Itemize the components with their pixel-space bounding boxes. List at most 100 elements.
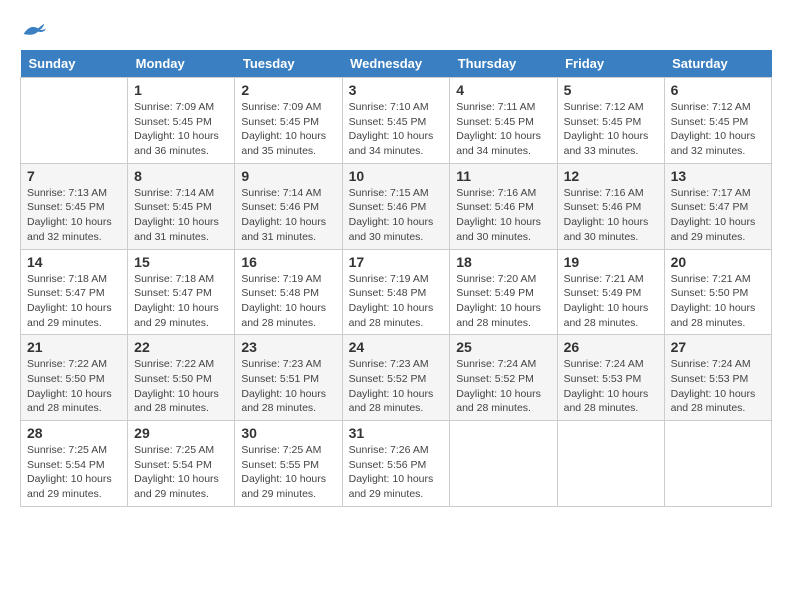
calendar-cell: 19 Sunrise: 7:21 AM Sunset: 5:49 PM Dayl… bbox=[557, 249, 664, 335]
sunset-time: Sunset: 5:56 PM bbox=[349, 459, 427, 471]
calendar-cell bbox=[664, 421, 771, 507]
day-number: 5 bbox=[564, 82, 658, 98]
calendar-cell: 4 Sunrise: 7:11 AM Sunset: 5:45 PM Dayli… bbox=[450, 78, 557, 164]
calendar-cell: 11 Sunrise: 7:16 AM Sunset: 5:46 PM Dayl… bbox=[450, 163, 557, 249]
sunset-time: Sunset: 5:45 PM bbox=[564, 116, 642, 128]
sunset-time: Sunset: 5:50 PM bbox=[671, 287, 749, 299]
day-info: Sunrise: 7:22 AM Sunset: 5:50 PM Dayligh… bbox=[134, 357, 228, 416]
calendar-cell: 12 Sunrise: 7:16 AM Sunset: 5:46 PM Dayl… bbox=[557, 163, 664, 249]
sunset-time: Sunset: 5:45 PM bbox=[241, 116, 319, 128]
header-saturday: Saturday bbox=[664, 50, 771, 78]
calendar-cell: 16 Sunrise: 7:19 AM Sunset: 5:48 PM Dayl… bbox=[235, 249, 342, 335]
calendar-cell: 17 Sunrise: 7:19 AM Sunset: 5:48 PM Dayl… bbox=[342, 249, 450, 335]
sunrise-time: Sunrise: 7:13 AM bbox=[27, 187, 107, 199]
day-info: Sunrise: 7:23 AM Sunset: 5:52 PM Dayligh… bbox=[349, 357, 444, 416]
day-number: 18 bbox=[456, 254, 550, 270]
daylight-hours: Daylight: 10 hours and 28 minutes. bbox=[241, 302, 326, 329]
sunset-time: Sunset: 5:45 PM bbox=[134, 116, 212, 128]
calendar-cell: 13 Sunrise: 7:17 AM Sunset: 5:47 PM Dayl… bbox=[664, 163, 771, 249]
sunset-time: Sunset: 5:49 PM bbox=[456, 287, 534, 299]
day-info: Sunrise: 7:17 AM Sunset: 5:47 PM Dayligh… bbox=[671, 186, 765, 245]
day-info: Sunrise: 7:13 AM Sunset: 5:45 PM Dayligh… bbox=[27, 186, 121, 245]
sunrise-time: Sunrise: 7:14 AM bbox=[241, 187, 321, 199]
calendar-cell: 21 Sunrise: 7:22 AM Sunset: 5:50 PM Dayl… bbox=[21, 335, 128, 421]
logo bbox=[20, 20, 46, 40]
day-info: Sunrise: 7:10 AM Sunset: 5:45 PM Dayligh… bbox=[349, 100, 444, 159]
sunset-time: Sunset: 5:46 PM bbox=[241, 201, 319, 213]
day-number: 7 bbox=[27, 168, 121, 184]
day-number: 14 bbox=[27, 254, 121, 270]
daylight-hours: Daylight: 10 hours and 28 minutes. bbox=[456, 302, 541, 329]
sunrise-time: Sunrise: 7:25 AM bbox=[241, 444, 321, 456]
header-wednesday: Wednesday bbox=[342, 50, 450, 78]
daylight-hours: Daylight: 10 hours and 36 minutes. bbox=[134, 130, 219, 157]
day-number: 19 bbox=[564, 254, 658, 270]
sunrise-time: Sunrise: 7:16 AM bbox=[456, 187, 536, 199]
day-info: Sunrise: 7:11 AM Sunset: 5:45 PM Dayligh… bbox=[456, 100, 550, 159]
day-number: 9 bbox=[241, 168, 335, 184]
day-number: 29 bbox=[134, 425, 228, 441]
week-row-4: 21 Sunrise: 7:22 AM Sunset: 5:50 PM Dayl… bbox=[21, 335, 772, 421]
sunrise-time: Sunrise: 7:24 AM bbox=[564, 358, 644, 370]
sunrise-time: Sunrise: 7:23 AM bbox=[349, 358, 429, 370]
sunset-time: Sunset: 5:47 PM bbox=[27, 287, 105, 299]
sunrise-time: Sunrise: 7:24 AM bbox=[456, 358, 536, 370]
daylight-hours: Daylight: 10 hours and 28 minutes. bbox=[456, 388, 541, 415]
calendar-cell: 30 Sunrise: 7:25 AM Sunset: 5:55 PM Dayl… bbox=[235, 421, 342, 507]
calendar-cell: 25 Sunrise: 7:24 AM Sunset: 5:52 PM Dayl… bbox=[450, 335, 557, 421]
day-info: Sunrise: 7:18 AM Sunset: 5:47 PM Dayligh… bbox=[134, 272, 228, 331]
day-number: 16 bbox=[241, 254, 335, 270]
header-monday: Monday bbox=[128, 50, 235, 78]
sunset-time: Sunset: 5:45 PM bbox=[349, 116, 427, 128]
sunrise-time: Sunrise: 7:22 AM bbox=[27, 358, 107, 370]
daylight-hours: Daylight: 10 hours and 30 minutes. bbox=[564, 216, 649, 243]
sunset-time: Sunset: 5:45 PM bbox=[456, 116, 534, 128]
day-number: 22 bbox=[134, 339, 228, 355]
header-thursday: Thursday bbox=[450, 50, 557, 78]
daylight-hours: Daylight: 10 hours and 29 minutes. bbox=[349, 473, 434, 500]
sunset-time: Sunset: 5:45 PM bbox=[134, 201, 212, 213]
daylight-hours: Daylight: 10 hours and 31 minutes. bbox=[241, 216, 326, 243]
sunrise-time: Sunrise: 7:25 AM bbox=[27, 444, 107, 456]
sunrise-time: Sunrise: 7:18 AM bbox=[134, 273, 214, 285]
sunrise-time: Sunrise: 7:12 AM bbox=[564, 101, 644, 113]
day-info: Sunrise: 7:16 AM Sunset: 5:46 PM Dayligh… bbox=[456, 186, 550, 245]
daylight-hours: Daylight: 10 hours and 28 minutes. bbox=[349, 302, 434, 329]
daylight-hours: Daylight: 10 hours and 28 minutes. bbox=[241, 388, 326, 415]
day-number: 11 bbox=[456, 168, 550, 184]
sunrise-time: Sunrise: 7:14 AM bbox=[134, 187, 214, 199]
day-info: Sunrise: 7:16 AM Sunset: 5:46 PM Dayligh… bbox=[564, 186, 658, 245]
page-header bbox=[20, 20, 772, 40]
day-info: Sunrise: 7:24 AM Sunset: 5:52 PM Dayligh… bbox=[456, 357, 550, 416]
day-info: Sunrise: 7:12 AM Sunset: 5:45 PM Dayligh… bbox=[671, 100, 765, 159]
calendar-cell: 8 Sunrise: 7:14 AM Sunset: 5:45 PM Dayli… bbox=[128, 163, 235, 249]
sunset-time: Sunset: 5:50 PM bbox=[134, 373, 212, 385]
day-number: 15 bbox=[134, 254, 228, 270]
daylight-hours: Daylight: 10 hours and 28 minutes. bbox=[349, 388, 434, 415]
daylight-hours: Daylight: 10 hours and 35 minutes. bbox=[241, 130, 326, 157]
sunrise-time: Sunrise: 7:19 AM bbox=[241, 273, 321, 285]
day-info: Sunrise: 7:23 AM Sunset: 5:51 PM Dayligh… bbox=[241, 357, 335, 416]
day-number: 25 bbox=[456, 339, 550, 355]
sunset-time: Sunset: 5:47 PM bbox=[134, 287, 212, 299]
calendar-cell: 26 Sunrise: 7:24 AM Sunset: 5:53 PM Dayl… bbox=[557, 335, 664, 421]
day-number: 1 bbox=[134, 82, 228, 98]
sunrise-time: Sunrise: 7:24 AM bbox=[671, 358, 751, 370]
sunset-time: Sunset: 5:50 PM bbox=[27, 373, 105, 385]
day-info: Sunrise: 7:09 AM Sunset: 5:45 PM Dayligh… bbox=[241, 100, 335, 159]
sunrise-time: Sunrise: 7:18 AM bbox=[27, 273, 107, 285]
sunrise-time: Sunrise: 7:19 AM bbox=[349, 273, 429, 285]
calendar-cell: 29 Sunrise: 7:25 AM Sunset: 5:54 PM Dayl… bbox=[128, 421, 235, 507]
day-info: Sunrise: 7:22 AM Sunset: 5:50 PM Dayligh… bbox=[27, 357, 121, 416]
daylight-hours: Daylight: 10 hours and 28 minutes. bbox=[671, 388, 756, 415]
sunrise-time: Sunrise: 7:09 AM bbox=[134, 101, 214, 113]
day-number: 8 bbox=[134, 168, 228, 184]
day-number: 24 bbox=[349, 339, 444, 355]
day-info: Sunrise: 7:14 AM Sunset: 5:46 PM Dayligh… bbox=[241, 186, 335, 245]
day-info: Sunrise: 7:14 AM Sunset: 5:45 PM Dayligh… bbox=[134, 186, 228, 245]
day-number: 3 bbox=[349, 82, 444, 98]
day-number: 26 bbox=[564, 339, 658, 355]
sunset-time: Sunset: 5:45 PM bbox=[27, 201, 105, 213]
day-number: 10 bbox=[349, 168, 444, 184]
calendar-cell bbox=[21, 78, 128, 164]
